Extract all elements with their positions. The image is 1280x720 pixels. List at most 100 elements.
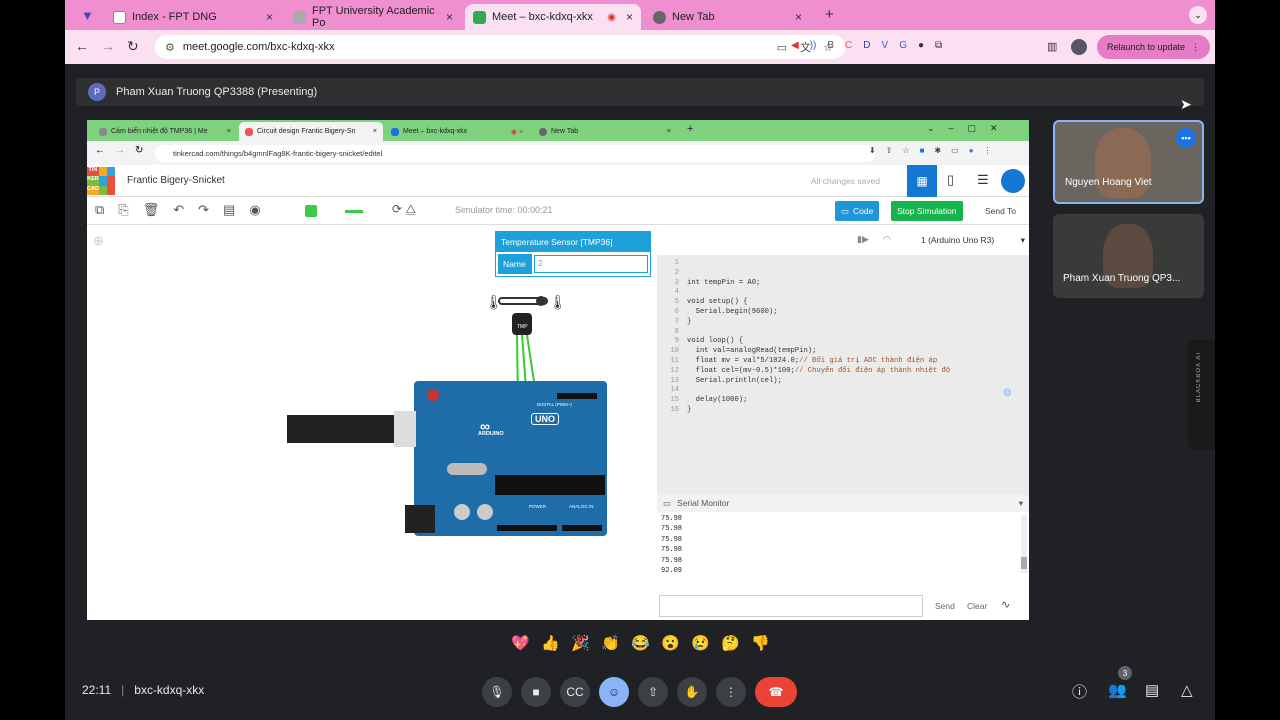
reaction-emoji[interactable]: 👎 <box>751 634 770 652</box>
puzzle-icon[interactable]: ⧉ <box>935 40 942 51</box>
tinkercad-header: TIN KER CAD Frantic Bigery-Snicket All c… <box>87 165 1029 197</box>
extension-icon[interactable]: B <box>827 40 834 51</box>
toolbar: ← → ↻ ⚙ meet.google.com/bxc-kdxq-xkx ▭ 文… <box>65 30 1215 64</box>
people-count-badge: 3 <box>1118 666 1132 680</box>
site-info-icon[interactable]: ⚙ <box>165 41 175 54</box>
line-number: 10 <box>670 347 679 356</box>
participant-tile[interactable]: ▪▪▪ Nguyen Hoang Viet <box>1053 120 1204 204</box>
present-icon: ⇧ <box>647 685 659 699</box>
presenter-bar: P Pham Xuan Truong QP3388 (Presenting) <box>76 78 1204 106</box>
new-tab-button[interactable]: + <box>825 6 834 23</box>
serial-header: ▭ Serial Monitor ▾ <box>657 495 1029 512</box>
browser-logo-icon: ▼ <box>81 8 94 23</box>
emoji-icon: ☺ <box>607 685 621 699</box>
reload-icon[interactable]: ↻ <box>127 38 139 55</box>
participant-name: Pham Xuan Truong QP3... <box>1063 273 1181 284</box>
chat-icon[interactable]: ▤ <box>1145 681 1159 699</box>
extension-icon[interactable]: C <box>845 40 852 51</box>
line-number: 7 <box>674 317 679 326</box>
end-call-icon: ☎ <box>768 685 784 699</box>
side-panel-icon[interactable]: ▥ <box>1047 40 1057 53</box>
leave-call-button[interactable]: ☎ <box>755 677 797 707</box>
tab-index-fpt[interactable]: Index - FPT DNG × <box>105 4 281 30</box>
extension-icon[interactable]: ● <box>918 40 924 51</box>
blackbox-side-panel[interactable]: BLACKBOX AI <box>1188 340 1215 450</box>
close-icon[interactable]: × <box>795 10 802 24</box>
back-icon[interactable]: ← <box>75 38 89 54</box>
code-editor: 1 2 3 int tempPin = A0; 4 5 void setup() {6 Se… <box>657 255 1029 495</box>
participant-tile[interactable]: Pham Xuan Truong QP3... <box>1053 214 1204 298</box>
new-tab-icon: + <box>687 123 694 135</box>
reaction-emoji[interactable]: 👏 <box>601 634 620 652</box>
tab-fpt-academic[interactable]: FPT University Academic Po × <box>285 4 461 30</box>
extension-icon[interactable]: V <box>882 40 889 51</box>
circuit-view-icon: ▦ <box>907 165 937 197</box>
serial-send-button: Send <box>935 601 955 611</box>
tab-new-tab[interactable]: New Tab × <box>645 4 810 30</box>
close-icon[interactable]: × <box>626 10 633 24</box>
tab-search-button[interactable]: ⌄ <box>1189 6 1207 24</box>
tinkercad-logo: TIN KER CAD <box>87 167 115 195</box>
circuit-drawing: 🌡 🌡 TMP <box>287 294 607 536</box>
more-icon: ⋮ <box>725 685 737 699</box>
shared-tab-strip: Cảm biến nhiệt độ TMP36 | Me × Circuit de… <box>87 120 1029 141</box>
tab-meet[interactable]: Meet – bxc-kdxq-xkx ◉ × <box>465 4 641 30</box>
raise-hand-button[interactable]: ✋ <box>677 677 707 707</box>
serial-line: 75.98 <box>661 556 683 565</box>
camera-button[interactable]: ■ <box>521 677 551 707</box>
scrollbar <box>1021 515 1027 573</box>
line-number: 13 <box>670 376 679 385</box>
tab-label: Index - FPT DNG <box>132 11 217 23</box>
board-select: 1 (Arduino Uno R3) ▾ <box>921 234 1025 246</box>
reaction-emoji[interactable]: 🎉 <box>571 634 590 652</box>
code-line: } <box>687 406 692 414</box>
present-button[interactable]: ⇧ <box>638 677 668 707</box>
serial-line: 75.98 <box>661 535 683 544</box>
board-analog-label: ANALOG IN <box>569 504 594 509</box>
captions-icon: CC <box>566 685 584 699</box>
reactions-button[interactable]: ☺ <box>599 677 629 707</box>
camera-icon[interactable]: ▭ <box>777 41 787 54</box>
edit-tools: ⧉ ⎘ 🗑 ↶ ↷ ▤ ◉ <box>95 202 261 217</box>
chrome-icon <box>653 10 666 24</box>
code-line: void loop() { <box>687 337 744 346</box>
extension-icon[interactable]: ◀ <box>791 40 799 51</box>
people-icon[interactable]: 👥 <box>1108 681 1127 699</box>
profile-avatar[interactable] <box>1071 39 1087 55</box>
reaction-emoji[interactable]: 🤔 <box>721 634 740 652</box>
captions-button[interactable]: CC <box>560 677 590 707</box>
reaction-emoji[interactable]: 😂 <box>631 634 650 652</box>
participant-name: Nguyen Hoang Viet <box>1065 177 1152 188</box>
reaction-emoji[interactable]: 😢 <box>691 634 710 652</box>
extension-icon[interactable]: D <box>863 40 870 51</box>
forward-icon: → <box>115 145 125 156</box>
serial-monitor: ▭ Serial Monitor ▾ 75.98 75.98 75.98 75.98 75.… <box>657 495 1029 620</box>
extension-icon[interactable]: )) <box>810 40 817 51</box>
back-icon: ← <box>95 145 105 156</box>
rotate-icon: ⟳ ⧋ <box>392 202 417 216</box>
reaction-emoji[interactable]: 💖 <box>511 634 530 652</box>
components-icon: ▯ <box>947 172 955 187</box>
code-line: void setup() { <box>687 298 748 307</box>
line-number: 9 <box>674 337 679 346</box>
relaunch-button[interactable]: Relaunch to update ⋮ <box>1097 35 1211 59</box>
reaction-emoji[interactable]: 👍 <box>541 634 560 652</box>
activities-icon[interactable]: △ <box>1181 681 1193 699</box>
close-icon[interactable]: × <box>446 10 453 24</box>
tab-label: New Tab <box>672 11 715 23</box>
close-icon[interactable]: × <box>266 10 273 24</box>
shared-tab-active: Circuit design Frantic Bigery-Sn × <box>239 122 383 141</box>
address-bar[interactable]: ⚙ meet.google.com/bxc-kdxq-xkx ▭ 文 ☆ <box>155 35 845 59</box>
mic-button[interactable]: 🎙 <box>482 677 512 707</box>
more-options-button[interactable]: ⋮ <box>716 677 746 707</box>
monitor-icon: ▭ <box>663 498 672 508</box>
board-digital-label: DIGITAL (PWM~) <box>537 402 572 407</box>
board-power-label: POWER <box>529 504 547 509</box>
extension-icon[interactable]: G <box>899 40 907 51</box>
code-panel: ▮▶ ◠ 1 (Arduino Uno R3) ▾ 1 2 3 int tempPin … <box>657 225 1029 495</box>
reaction-emoji[interactable]: 😮 <box>661 634 680 652</box>
graph-icon: ∿ <box>1001 599 1011 611</box>
window-controls: ⌄–▢✕ <box>927 123 1012 133</box>
info-icon[interactable]: ⓘ <box>1072 681 1087 702</box>
forward-icon[interactable]: → <box>101 38 115 54</box>
